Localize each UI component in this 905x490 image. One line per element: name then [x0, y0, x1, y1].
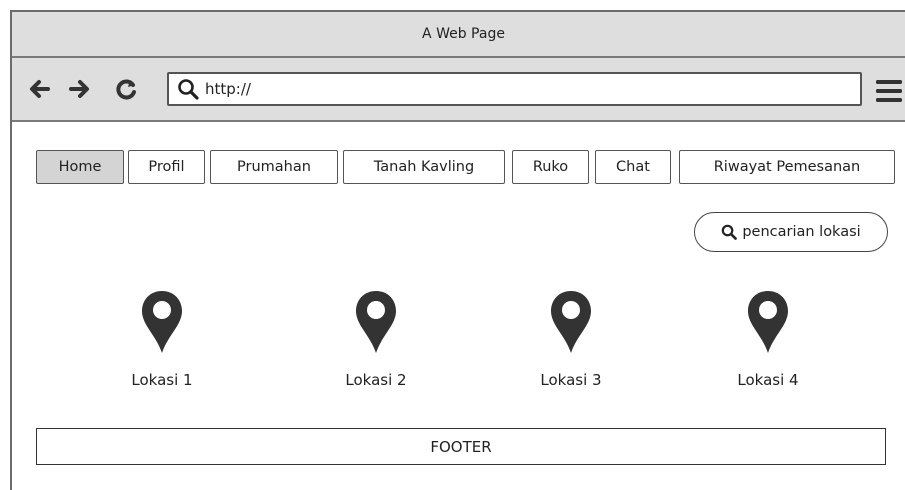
tab-profil[interactable]: Profil: [128, 150, 205, 184]
tab-tanah-kavling[interactable]: Tanah Kavling: [343, 150, 505, 184]
arrow-left-icon[interactable]: [26, 76, 52, 102]
location-item-4[interactable]: Lokasi 4: [713, 289, 823, 389]
search-label: pencarian lokasi: [742, 224, 861, 240]
search-icon: [722, 224, 738, 240]
map-pin-icon: [356, 291, 396, 353]
map-pin-icon: [142, 291, 182, 353]
location-label: Lokasi 2: [345, 371, 407, 389]
hamburger-menu-icon[interactable]: [874, 78, 904, 104]
location-item-3[interactable]: Lokasi 3: [516, 289, 626, 389]
tab-chat[interactable]: Chat: [595, 150, 671, 184]
search-icon: [178, 79, 199, 100]
window-title: A Web Page: [422, 26, 505, 42]
tab-home[interactable]: Home: [36, 150, 124, 184]
footer-label: FOOTER: [430, 437, 492, 456]
browser-toolbar: http://: [12, 58, 905, 122]
tab-ruko[interactable]: Ruko: [512, 150, 589, 184]
browser-window: A Web Page http:// Home Profil Prumahan …: [10, 10, 905, 490]
window-titlebar: A Web Page: [12, 12, 905, 58]
page-footer: FOOTER: [36, 428, 886, 465]
location-label: Lokasi 4: [737, 371, 799, 389]
location-label: Lokasi 1: [131, 371, 193, 389]
tab-riwayat-pemesanan[interactable]: Riwayat Pemesanan: [679, 150, 895, 184]
location-label: Lokasi 3: [540, 371, 602, 389]
url-text: http://: [205, 80, 251, 98]
reload-icon[interactable]: [114, 76, 140, 102]
location-item-1[interactable]: Lokasi 1: [107, 289, 217, 389]
location-item-2[interactable]: Lokasi 2: [321, 289, 431, 389]
tab-prumahan[interactable]: Prumahan: [210, 150, 338, 184]
map-pin-icon: [748, 291, 788, 353]
arrow-right-icon[interactable]: [67, 76, 93, 102]
location-search-button[interactable]: pencarian lokasi: [694, 212, 888, 252]
map-pin-icon: [551, 291, 591, 353]
address-bar[interactable]: http://: [167, 72, 862, 106]
